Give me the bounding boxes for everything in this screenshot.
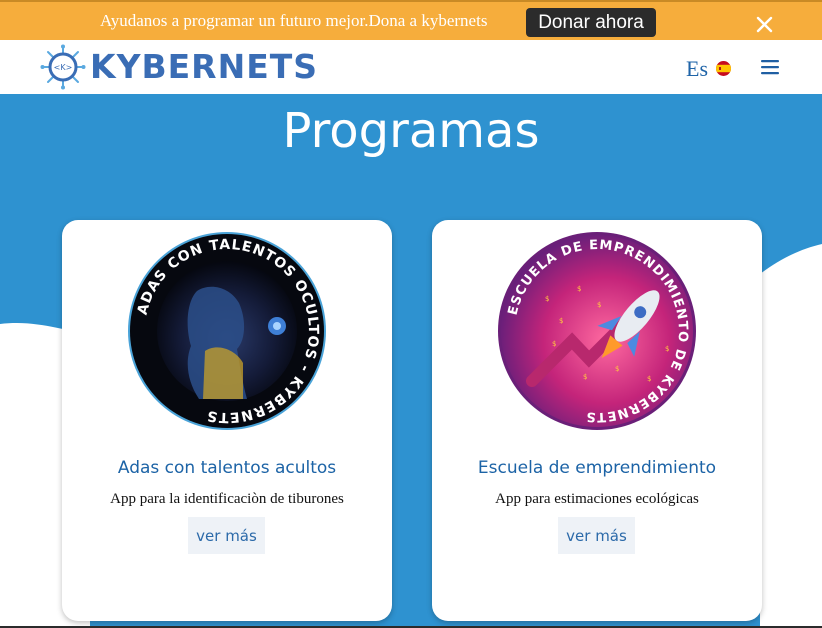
svg-text:$: $	[647, 375, 651, 383]
see-more-button[interactable]: ver más	[188, 517, 265, 554]
page-title: Programas	[282, 103, 540, 159]
svg-text:$: $	[615, 365, 619, 373]
logo-badge-text: <K>	[54, 63, 73, 72]
close-icon[interactable]	[752, 11, 778, 37]
banner-text: Ayudanos a programar un futuro mejor.Don…	[100, 11, 488, 30]
donate-now-button[interactable]: Donar ahora	[526, 8, 656, 37]
svg-text:$: $	[577, 285, 581, 293]
program-description: App para estimaciones ecológicas	[495, 491, 699, 507]
escuela-emprendimiento-badge-image[interactable]: $$$ $$$ $$$ ESCUELA DE EMPRENDIMIENTO DE…	[497, 231, 697, 431]
hamburger-menu-icon[interactable]	[760, 58, 780, 76]
program-description: App para la identificaciòn de tiburones	[110, 491, 344, 507]
spain-flag-icon[interactable]	[716, 61, 731, 76]
program-card: ADAS CON TALENTOS OCULTOS - KYBERNETS Ad…	[62, 220, 392, 621]
language-selector[interactable]: Es	[686, 56, 708, 82]
adas-talentos-badge-image[interactable]: ADAS CON TALENTOS OCULTOS - KYBERNETS	[127, 231, 327, 431]
svg-text:$: $	[545, 295, 549, 303]
svg-text:$: $	[552, 340, 556, 348]
see-more-button[interactable]: ver más	[558, 517, 635, 554]
program-card: $ $ $ $ $ $ $ $ $ ESCUELA DE EMPRENDIMIENTO DE…	[432, 220, 762, 621]
svg-text:$: $	[559, 317, 563, 325]
kybernets-logo-icon[interactable]: <K>	[40, 44, 86, 90]
svg-text:$: $	[583, 373, 587, 381]
svg-text:$: $	[665, 345, 669, 353]
program-title[interactable]: Adas con talentos acultos	[62, 457, 392, 479]
donation-banner: Ayudanos a programar un futuro mejor.Don…	[0, 0, 822, 40]
program-title[interactable]: Escuela de emprendimiento	[432, 457, 762, 479]
svg-text:$: $	[597, 301, 601, 309]
site-logo-text[interactable]: KYBERNETS	[90, 48, 318, 86]
